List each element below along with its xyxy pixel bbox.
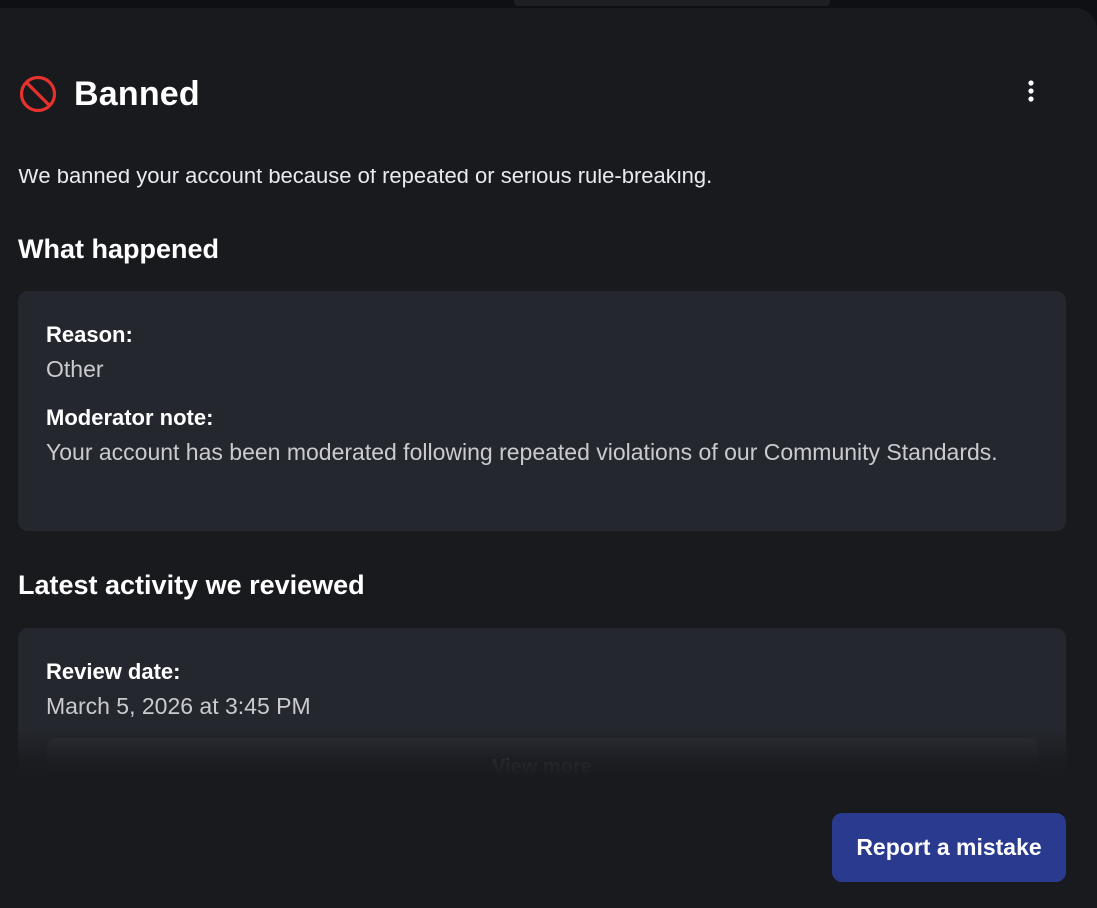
reason-value: Other	[46, 356, 104, 382]
background-sheet-edge	[514, 0, 830, 6]
moderator-note-value: Your account has been moderated followin…	[46, 439, 998, 465]
moderator-note-label: Moderator note:	[46, 405, 214, 430]
what-happened-card: Reason: Other Moderator note: Your accou…	[18, 291, 1066, 531]
ban-icon	[18, 74, 58, 114]
latest-activity-heading: Latest activity we reviewed	[18, 570, 365, 600]
more-vertical-icon	[1027, 79, 1035, 108]
panel-header: Banned	[18, 70, 200, 118]
reason-label: Reason:	[46, 322, 133, 347]
more-options-button[interactable]	[1014, 73, 1048, 113]
page-title: Banned	[74, 74, 200, 113]
review-date-value: March 5, 2026 at 3:45 PM	[46, 693, 311, 719]
review-date-label: Review date:	[46, 659, 181, 684]
what-happened-heading: What happened	[18, 234, 219, 264]
report-mistake-button[interactable]: Report a mistake	[832, 813, 1066, 882]
